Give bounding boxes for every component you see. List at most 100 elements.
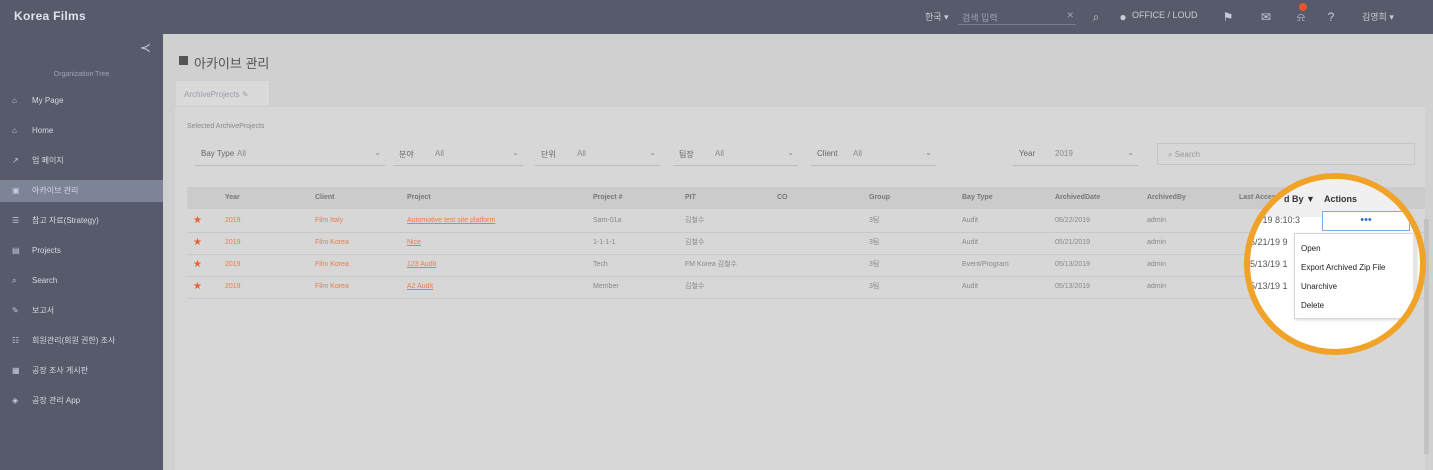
column-header[interactable]: Bay Type [962, 187, 993, 209]
board-icon: ▦ [12, 366, 20, 375]
help-icon[interactable]: ? [1323, 9, 1339, 25]
favorite-star-icon[interactable]: ★ [193, 210, 202, 232]
chevron-down-icon: ⌄ [512, 148, 519, 157]
column-header[interactable]: Group [869, 187, 890, 209]
sidebar-item[interactable]: ☷ 회원관리(회원 권한) 조사 [0, 330, 163, 352]
sidebar-item-label: My Page [32, 96, 64, 105]
column-header[interactable]: ArchivedBy [1147, 187, 1186, 209]
menu-item-delete[interactable]: Delete [1301, 301, 1324, 310]
sidebar-item[interactable]: ◈ 공장 관리 App [0, 390, 163, 412]
sidebar-item[interactable]: ▤ Projects [0, 240, 163, 262]
user-menu[interactable]: 김영희 ▾ [1362, 10, 1394, 24]
filter-label: 단위 [541, 150, 556, 159]
sidebar-item-label: 아카이브 관리 [32, 186, 79, 195]
column-header[interactable]: Client [315, 187, 334, 209]
cell-year: 2019 [225, 217, 241, 224]
cell-project[interactable]: Nice [407, 232, 587, 254]
tab-archive-projects[interactable]: ArchiveProjects ✎ [175, 80, 270, 107]
status-icon: ● [1119, 10, 1127, 24]
cell-year: 2019 [225, 239, 241, 246]
column-header[interactable]: CO [777, 187, 788, 209]
cell-bay: Audit [962, 217, 978, 224]
favorite-star-icon[interactable]: ★ [193, 254, 202, 276]
archive-panel: Selected ArchiveProjects Bay Type All ⌄ 분야 A… [175, 107, 1425, 470]
filter-select[interactable]: Client All ⌄ [811, 145, 936, 166]
column-header[interactable]: Year [225, 187, 240, 209]
table-row[interactable]: ★ 2019 Film Korea A2 Audit Member 김철수 3팀 Audit 0… [187, 276, 1425, 299]
sidebar-item[interactable]: ▣ 아카이브 관리 [0, 180, 163, 202]
table-search-input[interactable]: ⌕ Search [1157, 143, 1415, 165]
top-search-placeholder: 검색 입력 [962, 13, 998, 23]
column-header[interactable]: Project [407, 187, 431, 209]
sidebar-item-label: Home [32, 126, 54, 135]
column-header[interactable]: ArchivedDate [1055, 187, 1100, 209]
filter-value: All [237, 149, 246, 158]
search-icon: ⌕ [1168, 150, 1175, 159]
cell-pit: FM Korea 김철수 [685, 261, 737, 268]
sidebar-item[interactable]: ☰ 참고 자료(Strategy) [0, 210, 163, 232]
app-icon: ◈ [12, 396, 19, 405]
cell-bay: Audit [962, 283, 978, 290]
column-header[interactable]: PIT [685, 187, 696, 209]
clear-icon[interactable]: ✕ [1066, 10, 1074, 21]
sidebar-item[interactable]: ⌂ Home [0, 120, 163, 142]
accessed-date: 5/21/19 9 [1250, 237, 1288, 247]
search-icon[interactable]: ⌕ [1088, 9, 1104, 25]
cell-project[interactable]: Automotive test site platform [407, 210, 587, 232]
doc-icon: ☰ [12, 216, 20, 225]
sidebar-item[interactable]: ⌕ Search [0, 270, 163, 292]
chevron-down-icon: ⌄ [925, 148, 932, 157]
language-select[interactable]: 한국 ▾ [925, 10, 949, 24]
cell-number: Tech [593, 261, 608, 268]
filter-select[interactable]: 분야 All ⌄ [393, 145, 523, 166]
sidebar-item[interactable]: ▦ 공장 조사 게시판 [0, 360, 163, 382]
table-row[interactable]: ★ 2019 Film Korea Nice 1-1-1-1 김철수 3팀 Audit 05/2… [187, 232, 1425, 255]
sidebar-item[interactable]: ✎ 보고서 [0, 300, 163, 322]
table-row[interactable]: ★ 2019 Film Italy Automotive test site plat… [187, 210, 1425, 233]
title-marker-icon [179, 56, 188, 65]
filter-label: Client [817, 149, 838, 158]
actions-header: Actions [1324, 194, 1358, 204]
bell-icon[interactable]: ⍾ [1293, 9, 1309, 25]
sort-down-icon[interactable]: ▼ [1306, 194, 1315, 204]
table-row[interactable]: ★ 2019 Film Korea 123 Audit Tech FM Korea 김철수… [187, 254, 1425, 277]
cell-client: Film Italy [315, 217, 343, 224]
cell-bay: Event/Program [962, 261, 1009, 268]
cell-project[interactable]: 123 Audit [407, 254, 587, 276]
actions-menu: Open Export Archived Zip File Unarchive … [1294, 233, 1416, 319]
cell-project[interactable]: A2 Audit [407, 276, 587, 298]
menu-item-unarchive[interactable]: Unarchive [1301, 282, 1337, 291]
filter-value: 2019 [1055, 149, 1073, 158]
sidebar-item[interactable]: ↗ 업 페이지 [0, 150, 163, 172]
column-header[interactable]: Project # [593, 187, 623, 209]
cell-number: Member [593, 283, 619, 290]
sidebar-item-label: 공장 조사 게시판 [32, 366, 88, 375]
cell-co [777, 210, 863, 232]
mail-icon[interactable]: ✉ [1258, 9, 1274, 25]
sidebar-item-label: Search [32, 276, 58, 285]
users-icon: ☷ [12, 336, 20, 345]
filter-label: Bay Type [201, 149, 235, 158]
filter-select[interactable]: 단위 All ⌄ [535, 145, 660, 166]
bookmark-icon[interactable]: ⚑ [1220, 9, 1236, 25]
menu-item-open[interactable]: Open [1301, 244, 1321, 253]
collapse-sidebar-icon[interactable]: ≺ [140, 40, 151, 56]
filter-select[interactable]: Bay Type All ⌄ [195, 145, 385, 166]
last-accessed-by-header[interactable]: d By ▼ [1284, 194, 1315, 204]
actions-button[interactable]: ••• [1322, 211, 1410, 231]
filter-select[interactable]: 팀장 All ⌄ [673, 145, 798, 166]
menu-item-export-zip[interactable]: Export Archived Zip File [1301, 263, 1385, 272]
favorite-star-icon[interactable]: ★ [193, 232, 202, 254]
cell-year: 2019 [225, 261, 241, 268]
sidebar-item[interactable]: ⌂ My Page [0, 90, 163, 112]
filter-select[interactable]: Year 2019 ⌄ [1013, 145, 1138, 166]
edit-icon[interactable]: ✎ [242, 90, 249, 99]
cell-pit: 김철수 [685, 217, 705, 224]
favorite-star-icon[interactable]: ★ [193, 276, 202, 298]
report-icon: ✎ [12, 306, 19, 315]
cell-group: 3팀 [869, 261, 880, 268]
cell-archived: 05/21/2019 [1055, 239, 1091, 246]
brand-logo[interactable]: Korea Films [14, 9, 86, 23]
top-search-input[interactable]: 검색 입력 ✕ [958, 9, 1076, 25]
callout-scrollbar[interactable] [1413, 223, 1417, 313]
